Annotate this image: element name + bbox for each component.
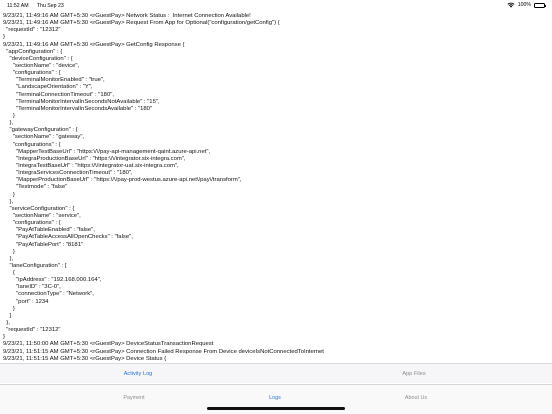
log-line: "sectionName" : "service", <box>3 212 81 219</box>
log-line: "MapperTestBaseUrl" : "https:\/\/pay-api… <box>3 148 211 155</box>
log-line: }, <box>3 320 10 327</box>
log-line: "TerminalConnectionTimeout" : "180", <box>3 91 114 98</box>
log-line: "deviceConfiguration" : { <box>3 55 73 62</box>
tab-about-us[interactable]: About Us <box>324 395 508 401</box>
status-left: 11:52 AM Thu Sep 23 <box>7 3 71 9</box>
log-line: "IntegraProductionBaseUrl" : "https:\/\/… <box>3 155 186 162</box>
log-line: "configurations" : { <box>3 141 61 148</box>
log-line: "connectionType" : "Network", <box>3 291 94 298</box>
log-line: }, <box>3 120 14 127</box>
log-line: } <box>3 305 15 312</box>
log-line: } <box>3 34 5 41</box>
log-line: 9/23/21, 11:49:16 AM GMT+5:30 <rGuestPay… <box>3 13 251 19</box>
log-line: "sectionName" : "device", <box>3 62 80 69</box>
log-line: "laneConfiguration" : [ <box>3 262 67 269</box>
log-line: 9/23/21, 11:49:16 AM GMT+5:30 <rGuestPay… <box>3 41 185 48</box>
log-line: "IntegraServicesConnectionTimeout" : "18… <box>3 170 133 177</box>
log-line: "sectionName" : "gateway", <box>3 134 85 141</box>
log-line: ] <box>3 312 12 319</box>
log-line: 9/23/21, 11:50:00 AM GMT+5:30 <rGuestPay… <box>3 341 214 348</box>
log-line: 9/23/21, 11:51:15 AM GMT+5:30 <rGuestPay… <box>3 348 324 355</box>
log-line: "requestId" : "12312" <box>3 327 61 334</box>
log-line: "Testmode" : "false" <box>3 184 68 191</box>
log-line: } <box>3 191 15 198</box>
log-line: "laneID" : "3C-0", <box>3 284 61 291</box>
log-line: "configurations" : { <box>3 220 61 227</box>
log-line: "requestId" : "12312" <box>3 27 61 34</box>
status-date: Thu Sep 23 <box>36 3 64 9</box>
log-line: "appConfiguration" : { <box>3 48 63 55</box>
log-line: "ipAddress" : "192.168.000.164", <box>3 277 102 284</box>
log-line: { <box>3 270 15 277</box>
log-line: "PayAtTableEnabled" : "false", <box>3 227 95 234</box>
segment-control: Activity Log App Files <box>0 363 552 383</box>
log-line: "gatewayConfiguration" : { <box>3 127 78 134</box>
log-line: "serviceConfiguration" : { <box>3 205 75 212</box>
log-line: } <box>3 112 15 119</box>
screen: 11:52 AM Thu Sep 23 100% 9/23/21, 11:49:… <box>0 0 552 414</box>
log-line: "TerminalMonitorIntervalInSecondsNotAvai… <box>3 98 160 105</box>
log-line: "TerminalMonitorIntervalInSecondsAvailab… <box>3 105 153 112</box>
log-line: 9/23/21, 11:51:15 AM GMT+5:30 <rGuestPay… <box>3 355 167 362</box>
log-line: "PayAtTableAccessAllOpenChecks" : "false… <box>3 234 133 241</box>
status-right: 100% <box>507 2 546 8</box>
log-line: "TerminalMonitorEnabled" : "true", <box>3 77 105 84</box>
log-line: } <box>3 334 5 341</box>
segment-activity-log[interactable]: Activity Log <box>0 364 276 384</box>
battery-icon <box>534 2 546 8</box>
log-line: "configurations" : { <box>3 70 61 77</box>
status-time: 11:52 AM <box>7 3 29 9</box>
status-bar: 11:52 AM Thu Sep 23 100% <box>0 0 552 12</box>
log-line: "PayAtTablePort" : "8181" <box>3 241 84 248</box>
log-line: "port" : 1234 <box>3 298 49 305</box>
log-line: } <box>3 248 15 255</box>
battery-percent: 100% <box>517 2 531 8</box>
log-line: "IntegraTestBaseUrl" : "https:\/\/integr… <box>3 162 179 169</box>
log-line: 9/23/21, 11:49:16 AM GMT+5:30 <rGuestPay… <box>3 20 280 27</box>
segment-app-files[interactable]: App Files <box>276 364 552 384</box>
log-line: }, <box>3 198 14 205</box>
wifi-icon <box>507 2 515 8</box>
log-line: "MapperProductionBaseUrl" : "https:\/\/p… <box>3 177 242 184</box>
home-indicator <box>207 407 345 410</box>
log-line: "LandscapeOrientation" : "Y", <box>3 84 93 91</box>
tab-bar: Payment Logs About Us <box>0 384 552 414</box>
log-line: }, <box>3 255 14 262</box>
log-text-view[interactable]: 9/23/21, 11:49:16 AM GMT+5:30 <rGuestPay… <box>0 13 552 362</box>
